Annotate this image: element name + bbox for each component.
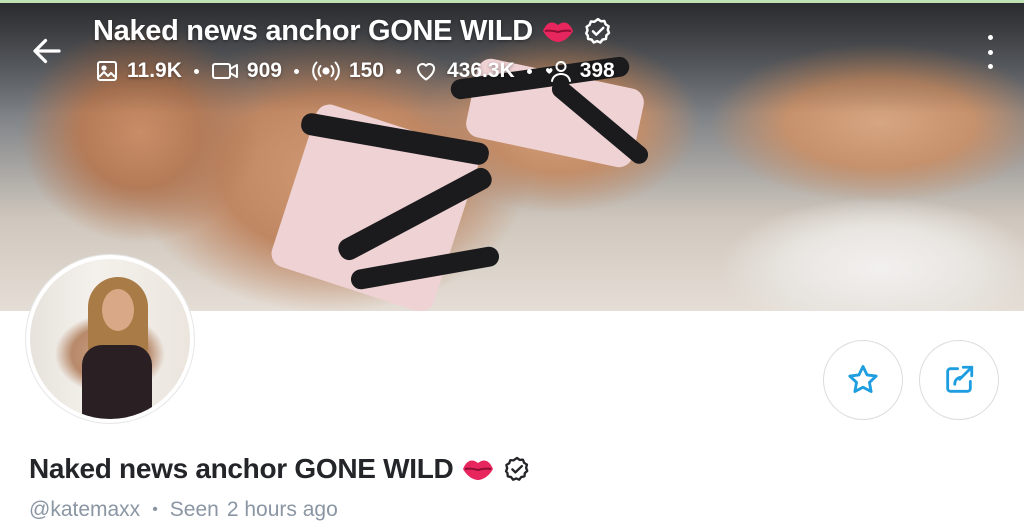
separator-dot — [526, 68, 532, 74]
stat-photos-count: 11.9K — [127, 59, 182, 82]
avatar-photo-face — [102, 289, 134, 331]
avatar-photo — [30, 259, 190, 419]
avatar[interactable] — [26, 255, 194, 423]
fans-icon — [545, 61, 571, 82]
stat-streams[interactable]: 150 — [311, 59, 384, 83]
more-vertical-icon-dot — [987, 64, 993, 69]
meta-separator: • — [152, 501, 158, 518]
header-title: Naked news anchor GONE WILD — [93, 14, 533, 47]
image-icon — [97, 61, 117, 81]
more-options-button[interactable] — [980, 35, 1000, 69]
stat-photos[interactable]: 11.9K — [95, 59, 182, 83]
separator-dot — [395, 68, 401, 74]
profile-meta: @katemaxx • Seen 2 hours ago — [29, 498, 338, 522]
more-vertical-icon-dot — [987, 35, 993, 40]
stat-fans[interactable]: 398 — [544, 59, 615, 83]
star-icon — [848, 365, 878, 393]
profile-name-row: Naked news anchor GONE WILD — [29, 450, 531, 488]
more-vertical-icon-dot — [987, 49, 993, 55]
verified-badge-icon — [505, 456, 529, 481]
share-button[interactable] — [919, 340, 999, 420]
video-icon — [211, 63, 238, 79]
favorite-button[interactable] — [823, 340, 903, 420]
stat-streams-count: 150 — [348, 59, 384, 82]
stat-likes[interactable]: 436.3K — [413, 59, 515, 83]
header-stats: 11.9K 909 150 436.3K 398 — [95, 59, 615, 83]
arrow-left-icon — [33, 38, 61, 64]
back-button[interactable] — [29, 33, 65, 69]
header-title-row: Naked news anchor GONE WILD — [93, 12, 613, 50]
lips-emoji-icon — [463, 460, 494, 480]
broadcast-icon — [312, 61, 340, 81]
stat-fans-count: 398 — [579, 59, 615, 82]
stat-videos[interactable]: 909 — [211, 59, 282, 83]
separator-dot — [293, 68, 299, 74]
heart-icon — [416, 63, 435, 81]
stat-likes-count: 436.3K — [446, 59, 515, 82]
profile-handle[interactable]: @katemaxx — [29, 498, 140, 522]
seen-label: Seen — [169, 498, 219, 521]
separator-dot — [193, 68, 199, 74]
share-icon — [946, 365, 974, 393]
seen-time: 2 hours ago — [226, 498, 338, 521]
stat-videos-count: 909 — [246, 59, 282, 82]
profile-name: Naked news anchor GONE WILD — [29, 453, 454, 484]
verified-badge-icon — [584, 17, 611, 44]
lips-emoji-icon — [542, 22, 573, 42]
avatar-photo-dress — [82, 345, 152, 419]
